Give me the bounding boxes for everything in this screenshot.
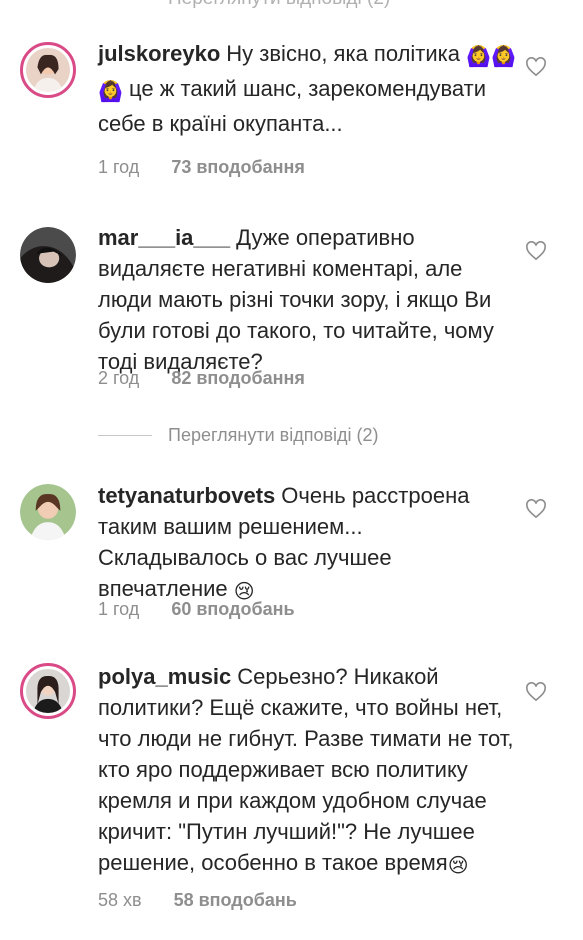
comment-text: mar___ia___ Дуже оперативно видаляєте нег… [98, 225, 494, 374]
comment-meta: 58 хв 58 вподобань [98, 890, 297, 911]
comment-likes[interactable]: 73 вподобання [171, 157, 305, 177]
comment-text: polya_music Серьезно? Никакой политики? Е… [98, 664, 514, 877]
comment-username[interactable]: julskoreyko [98, 41, 220, 66]
comment-username[interactable]: tetyanaturbovets [98, 483, 275, 508]
avatar[interactable] [20, 663, 76, 719]
crying-face-emoji: 😢 [447, 855, 469, 877]
avatar[interactable] [20, 227, 76, 283]
comment-time: 1 год [98, 157, 140, 177]
heart-outline-icon[interactable] [525, 499, 547, 519]
comment-time: 1 год [98, 599, 140, 619]
view-replies-button[interactable]: Переглянути відповіді (2) [98, 425, 379, 445]
avatar[interactable] [20, 484, 76, 540]
heart-outline-icon[interactable] [525, 57, 547, 77]
comment-text: tetyanaturbovets Очень расстроена таким в… [98, 483, 470, 603]
comment-meta: 1 год 60 вподобань [98, 599, 295, 620]
comment-likes[interactable]: 58 вподобань [174, 890, 297, 910]
comment-time: 58 хв [98, 890, 142, 910]
divider-line [98, 434, 152, 436]
comment-username[interactable]: polya_music [98, 664, 231, 689]
heart-outline-icon[interactable] [525, 682, 547, 702]
comment-meta: 1 год 73 вподобання [98, 157, 305, 178]
comment-meta: 2 год 82 вподобання [98, 368, 305, 389]
comment-time: 2 год [98, 368, 140, 388]
comment-username[interactable]: mar___ia___ [98, 225, 230, 250]
previous-view-replies-fragment[interactable]: Переглянути відповіді (2) [168, 0, 390, 10]
heart-outline-icon[interactable] [525, 241, 547, 261]
comment-likes[interactable]: 60 вподобань [171, 599, 294, 619]
comment-likes[interactable]: 82 вподобання [171, 368, 305, 388]
avatar[interactable] [20, 42, 76, 98]
comment-text: julskoreyko Ну звісно, яка політика 🙆‍♀️🙆… [98, 41, 516, 136]
